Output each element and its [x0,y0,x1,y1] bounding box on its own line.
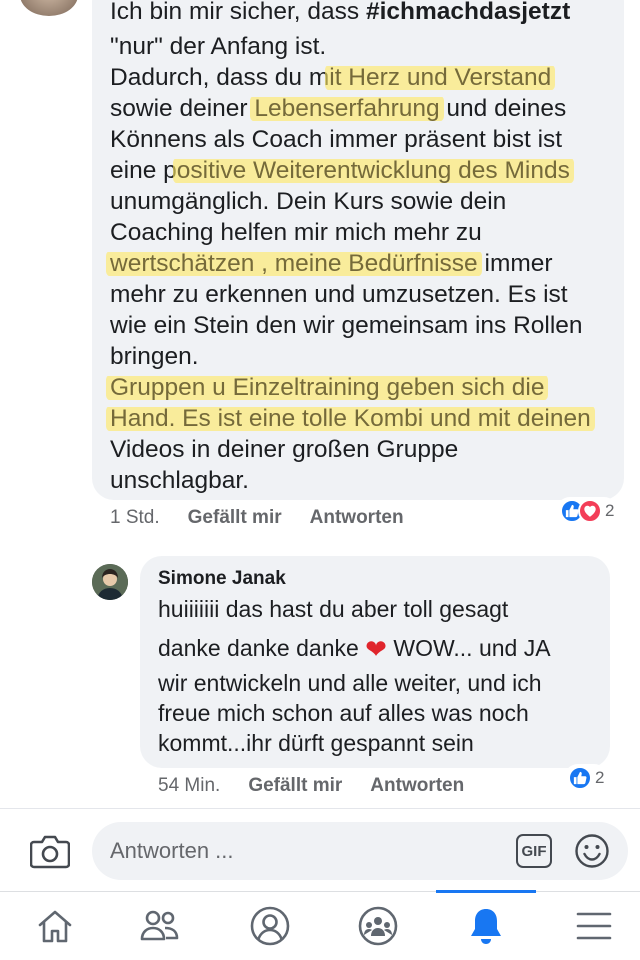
highlight: Gruppen u Einzeltraining geben sich die [106,374,549,401]
comment-actions: 1 Std. Gefällt mir Antworten [110,505,432,531]
comment-line: Hand. Es ist eine tolle Kombi und mit de… [106,403,620,434]
reply-line: huiiiiiii das hast du aber toll gesagt [158,596,509,622]
comment-line: Ich bin mir sicher, dass #ichmachdasjetz… [110,0,571,25]
comment-line: Coaching helfen mir mich mehr zu [110,219,482,246]
comment-line: Gruppen u Einzeltraining geben sich die [106,372,620,403]
reply-line: wir entwickeln und alle weiter, und ich [158,670,542,696]
reply-line: freue mich schon auf alles was noch [158,700,529,726]
reaction-count: 2 [595,768,605,787]
reply-button[interactable]: Antworten [310,507,404,529]
groups-icon[interactable] [356,904,400,948]
reply-line: danke danke danke ❤ WOW... und JA [158,634,551,664]
camera-icon[interactable] [29,832,71,870]
profile-icon[interactable] [248,904,292,948]
comment-line: wie ein Stein den wir gemeinsam ins Roll… [110,312,583,339]
bottom-navigation [0,894,640,960]
like-button[interactable]: Gefällt mir [248,775,342,797]
comment-line: bringen. [110,343,199,370]
highlight: ositive Weiterentwicklung des Minds [172,157,574,184]
like-reaction-icon [568,766,592,790]
highlight: wertschätzen , meine Bedürfnisse [106,250,482,277]
comment-line: unumgänglich. Dein Kurs sowie dein [110,188,507,215]
reply-text: huiiiiiii das hast du aber toll gesagt d… [158,596,608,760]
commenter-avatar[interactable] [18,0,80,18]
highlight: Lebenserfahrung [250,95,444,122]
hashtag-link[interactable]: #ichmachdasjetzt [366,0,570,25]
reply-author-name[interactable]: Simone Janak [158,568,286,590]
highlight: Hand. Es ist eine tolle Kombi und mit de… [106,405,595,432]
comment-line: wertschätzen , meine Bedürfnisse immer [106,248,620,279]
reaction-summary[interactable]: 2 [556,497,619,525]
reply-reaction-summary[interactable]: 2 [564,764,609,792]
notifications-icon[interactable] [464,904,508,948]
emoji-icon[interactable] [574,833,610,869]
comment-line: unschlagbar. [110,467,249,494]
reply-line: kommt...ihr dürft gespannt sein [158,730,474,756]
comment-text: Ich bin mir sicher, dass #ichmachdasjetz… [106,0,620,496]
reaction-count: 2 [605,501,615,520]
reply-composer: GIF [92,822,628,880]
love-reaction-icon [578,499,602,523]
like-button[interactable]: Gefällt mir [188,507,282,529]
divider [0,808,640,809]
comment-line: sowie deiner Lebenserfahrung und deines [110,95,567,122]
menu-icon[interactable] [572,904,616,948]
reply-timestamp[interactable]: 54 Min. [158,775,220,797]
comment-line: Dadurch, dass du mit Herz und Verstand [110,62,620,93]
reply-button[interactable]: Antworten [370,775,464,797]
home-icon[interactable] [33,904,77,948]
reply-input[interactable] [110,822,490,880]
highlight: it Herz und Verstand [325,64,556,91]
comment-line: mehr zu erkennen und umzusetzen. Es ist [110,281,568,308]
nav-active-indicator [436,890,536,893]
reply-actions: 54 Min. Gefällt mir Antworten [158,773,492,799]
comment-line: "nur" der Anfang ist. [110,33,327,60]
friends-icon[interactable] [138,904,182,948]
heart-emoji-icon: ❤ [365,634,387,664]
comment-line: Könnens als Coach immer präsent bist ist [110,126,563,153]
comment-line: Videos in deiner großen Gruppe [110,436,459,463]
comment-line: eine positive Weiterentwicklung des Mind… [110,155,620,186]
gif-button[interactable]: GIF [516,834,552,868]
comment-timestamp[interactable]: 1 Std. [110,507,160,529]
reply-avatar[interactable] [92,564,128,600]
nav-divider [0,891,640,892]
